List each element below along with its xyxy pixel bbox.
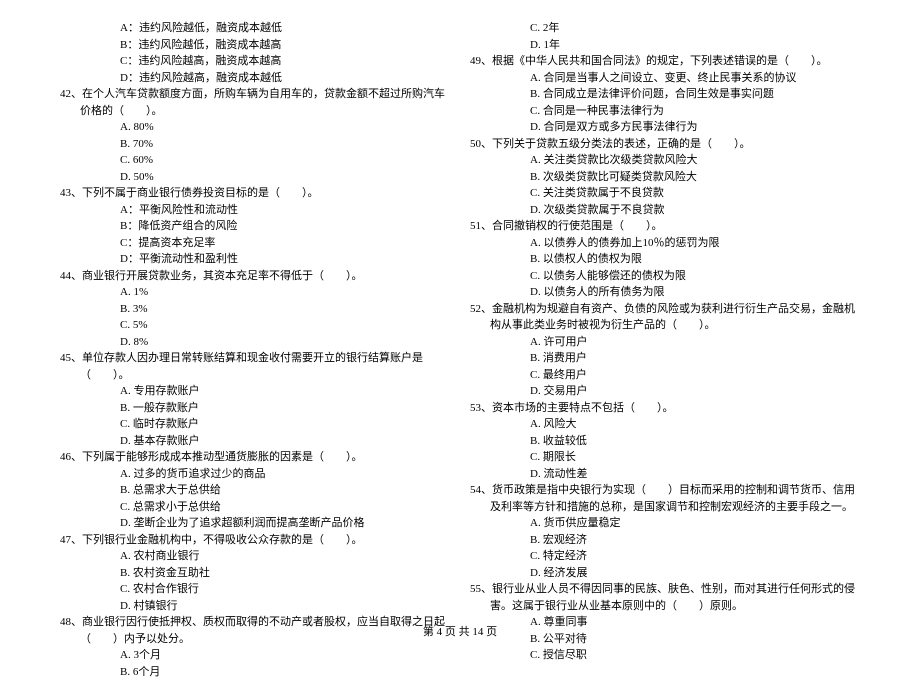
q45-opt-d: D. 基本存款账户 <box>60 433 450 450</box>
q42-opt-c: C. 60% <box>60 152 450 169</box>
q49-opt-a: A. 合同是当事人之间设立、变更、终止民事关系的协议 <box>470 70 860 87</box>
q52-opt-a: A. 许可用户 <box>470 334 860 351</box>
q54-opt-b: B. 宏观经济 <box>470 532 860 549</box>
q48-opt-a: A. 3个月 <box>60 647 450 664</box>
q55-text: 55、银行业从业人员不得因同事的民族、肤色、性别，而对其进行任何形式的侵害。这属… <box>470 581 860 614</box>
q46-opt-c: C. 总需求小于总供给 <box>60 499 450 516</box>
q42-opt-b: B. 70% <box>60 136 450 153</box>
q54-opt-a: A. 货币供应量稳定 <box>470 515 860 532</box>
left-column: A：违约风险越低，融资成本越低 B：违约风险越低，融资成本越高 C：违约风险越高… <box>50 20 460 680</box>
q52-opt-c: C. 最终用户 <box>470 367 860 384</box>
q51-opt-d: D. 以债务人的所有债务为限 <box>470 284 860 301</box>
q53-opt-c: C. 期限长 <box>470 449 860 466</box>
q47-opt-b: B. 农村资金互助社 <box>60 565 450 582</box>
q53-text: 53、资本市场的主要特点不包括（ ）。 <box>470 400 860 417</box>
q41-opt-a: A：违约风险越低，融资成本越低 <box>60 20 450 37</box>
q46-opt-b: B. 总需求大于总供给 <box>60 482 450 499</box>
q44-opt-c: C. 5% <box>60 317 450 334</box>
q54-opt-c: C. 特定经济 <box>470 548 860 565</box>
q41-opt-b: B：违约风险越低，融资成本越高 <box>60 37 450 54</box>
q51-opt-b: B. 以债权人的债权为限 <box>470 251 860 268</box>
q47-opt-d: D. 村镇银行 <box>60 598 450 615</box>
q53-opt-a: A. 风险大 <box>470 416 860 433</box>
q43-opt-a: A：平衡风险性和流动性 <box>60 202 450 219</box>
page-container: A：违约风险越低，融资成本越低 B：违约风险越低，融资成本越高 C：违约风险越高… <box>0 0 920 680</box>
q47-opt-c: C. 农村合作银行 <box>60 581 450 598</box>
q45-opt-a: A. 专用存款账户 <box>60 383 450 400</box>
q54-opt-d: D. 经济发展 <box>470 565 860 582</box>
q42-opt-a: A. 80% <box>60 119 450 136</box>
q51-text: 51、合同撤销权的行使范围是（ ）。 <box>470 218 860 235</box>
q50-opt-d: D. 次级类贷款属于不良贷款 <box>470 202 860 219</box>
q51-opt-a: A. 以债券人的债券加上10％的惩罚为限 <box>470 235 860 252</box>
q47-opt-a: A. 农村商业银行 <box>60 548 450 565</box>
q47-text: 47、下列银行业金融机构中，不得吸收公众存款的是（ ）。 <box>60 532 450 549</box>
q48-opt-c: C. 2年 <box>470 20 860 37</box>
q44-opt-b: B. 3% <box>60 301 450 318</box>
q53-opt-b: B. 收益较低 <box>470 433 860 450</box>
q50-opt-a: A. 关注类贷款比次级类贷款风险大 <box>470 152 860 169</box>
q42-text: 42、在个人汽车贷款额度方面，所购车辆为自用车的，贷款金额不超过所购汽车价格的（… <box>60 86 450 119</box>
q52-opt-b: B. 消费用户 <box>470 350 860 367</box>
q49-opt-c: C. 合同是一种民事法律行为 <box>470 103 860 120</box>
right-column: C. 2年 D. 1年 49、根据《中华人民共和国合同法》的规定，下列表述错误的… <box>460 20 870 680</box>
q43-opt-d: D：平衡流动性和盈利性 <box>60 251 450 268</box>
q51-opt-c: C. 以债务人能够偿还的债权为限 <box>470 268 860 285</box>
q54-text: 54、货币政策是指中央银行为实现（ ）目标而采用的控制和调节货币、信用及利率等方… <box>470 482 860 515</box>
q52-opt-d: D. 交易用户 <box>470 383 860 400</box>
q53-opt-d: D. 流动性差 <box>470 466 860 483</box>
q48-opt-d: D. 1年 <box>470 37 860 54</box>
q46-text: 46、下列属于能够形成成本推动型通货膨胀的因素是（ ）。 <box>60 449 450 466</box>
q43-opt-b: B：降低资产组合的风险 <box>60 218 450 235</box>
q45-opt-b: B. 一般存款账户 <box>60 400 450 417</box>
q50-opt-b: B. 次级类贷款比可疑类贷款风险大 <box>470 169 860 186</box>
q49-opt-b: B. 合同成立是法律评价问题，合同生效是事实问题 <box>470 86 860 103</box>
q49-text: 49、根据《中华人民共和国合同法》的规定，下列表述错误的是（ ）。 <box>470 53 860 70</box>
q49-opt-d: D. 合同是双方或多方民事法律行为 <box>470 119 860 136</box>
q55-opt-c: C. 授信尽职 <box>470 647 860 664</box>
q45-text: 45、单位存款人因办理日常转账结算和现金收付需要开立的银行结算账户是（ ）。 <box>60 350 450 383</box>
q42-opt-d: D. 50% <box>60 169 450 186</box>
q43-opt-c: C：提高资本充足率 <box>60 235 450 252</box>
q46-opt-a: A. 过多的货币追求过少的商品 <box>60 466 450 483</box>
page-footer: 第 4 页 共 14 页 <box>0 624 920 641</box>
q45-opt-c: C. 临时存款账户 <box>60 416 450 433</box>
q41-opt-d: D：违约风险越高，融资成本越低 <box>60 70 450 87</box>
q44-text: 44、商业银行开展贷款业务，其资本充足率不得低于（ ）。 <box>60 268 450 285</box>
q44-opt-a: A. 1% <box>60 284 450 301</box>
q48-opt-b: B. 6个月 <box>60 664 450 680</box>
q52-text: 52、金融机构为规避自有资产、负债的风险或为获利进行衍生产品交易，金融机构从事此… <box>470 301 860 334</box>
q50-opt-c: C. 关注类贷款属于不良贷款 <box>470 185 860 202</box>
q46-opt-d: D. 垄断企业为了追求超额利润而提高垄断产品价格 <box>60 515 450 532</box>
q43-text: 43、下列不属于商业银行债券投资目标的是（ ）。 <box>60 185 450 202</box>
q50-text: 50、下列关于贷款五级分类法的表述，正确的是（ ）。 <box>470 136 860 153</box>
q44-opt-d: D. 8% <box>60 334 450 351</box>
q41-opt-c: C：违约风险越高，融资成本越高 <box>60 53 450 70</box>
